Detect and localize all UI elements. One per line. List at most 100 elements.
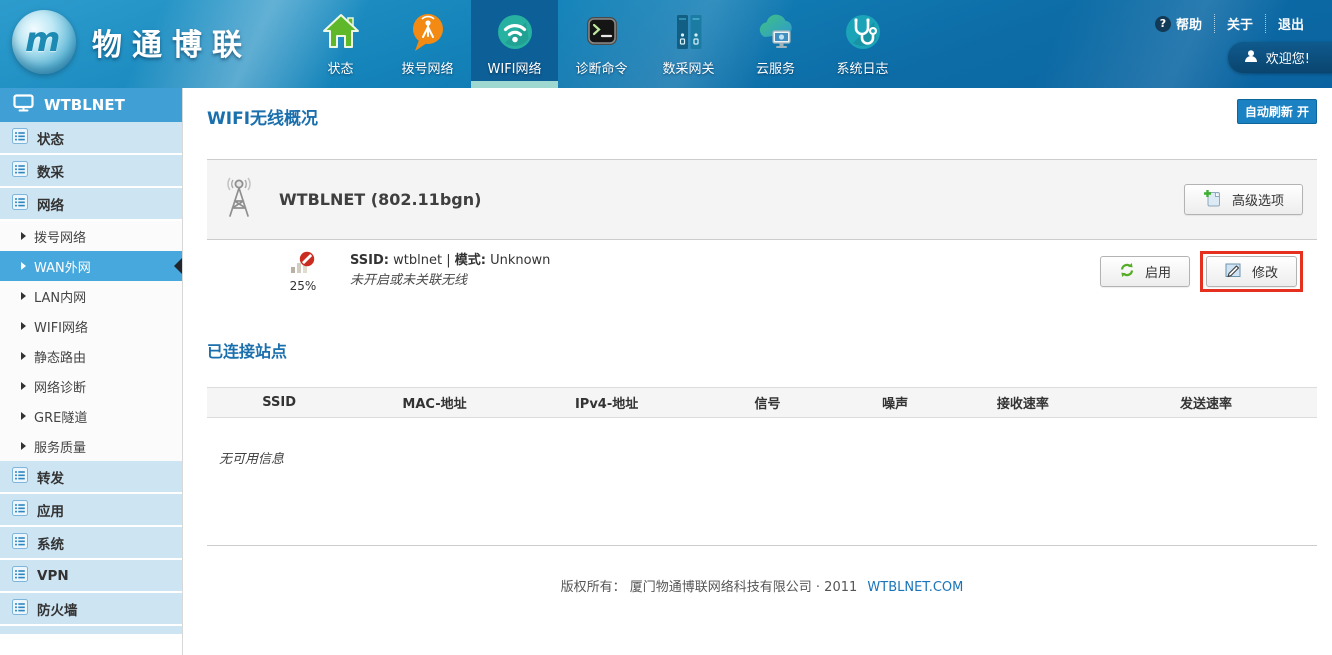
sidebar-subitem-dial-network[interactable]: 拨号网络	[0, 221, 182, 251]
sidebar-item-status[interactable]: 状态	[0, 122, 182, 155]
sidebar-item-forwarding[interactable]: 转发	[0, 461, 182, 494]
signal-block: 25%	[282, 250, 324, 293]
sidebar-device-name: WTBLNET	[44, 96, 125, 114]
sidebar-item-label: 系统	[37, 533, 64, 553]
about-link[interactable]: 关于	[1214, 14, 1265, 33]
list-icon	[12, 467, 28, 487]
about-label: 关于	[1227, 14, 1253, 33]
nav-tab-wifi-network[interactable]: WIFI网络	[471, 0, 558, 88]
modify-label: 修改	[1252, 262, 1278, 281]
logout-label: 退出	[1278, 14, 1304, 33]
signal-percent: 25%	[282, 279, 324, 293]
logout-link[interactable]: 退出	[1265, 14, 1316, 33]
caret-right-icon	[21, 442, 26, 450]
nav-tab-cloud-service[interactable]: 云服务	[732, 0, 819, 88]
footer: 版权所有： 厦门物通博联网络科技有限公司 · 2011 WTBLNET.COM	[207, 576, 1317, 595]
sidebar-item-label: VPN	[37, 568, 69, 584]
ssid-label: SSID:	[350, 253, 389, 268]
caret-right-icon	[21, 322, 26, 330]
enable-label: 启用	[1145, 262, 1171, 281]
help-link[interactable]: ? 帮助	[1143, 14, 1214, 33]
sidebar-item-label: 静态路由	[34, 347, 86, 366]
modify-highlight-box: 修改	[1200, 251, 1303, 292]
sidebar-item-label: 网络诊断	[34, 377, 86, 396]
list-icon	[12, 533, 28, 553]
nav-tab-status[interactable]: 状态	[297, 0, 384, 88]
nav-tab-data-gateway[interactable]: 数采网关	[645, 0, 732, 88]
enable-button[interactable]: 启用	[1100, 256, 1190, 287]
sidebar-item-vpn[interactable]: VPN	[0, 560, 182, 593]
header-utility-links: ? 帮助 关于 退出	[1143, 14, 1316, 33]
sidebar-item-label: 数采	[37, 161, 64, 181]
connected-stations-table: SSID MAC-地址 IPv4-地址 信号 噪声 接收速率 发送速率	[207, 387, 1317, 418]
sidebar-item-partial	[0, 626, 182, 634]
sidebar-subitem-network-diagnosis[interactable]: 网络诊断	[0, 371, 182, 401]
sidebar-item-data-collection[interactable]: 数采	[0, 155, 182, 188]
sidebar-item-system[interactable]: 系统	[0, 527, 182, 560]
footer-link[interactable]: WTBLNET.COM	[867, 580, 963, 595]
welcome-button[interactable]: 欢迎您!	[1228, 42, 1332, 73]
divider-pipe: |	[446, 253, 450, 268]
sidebar-subitem-qos[interactable]: 服务质量	[0, 431, 182, 461]
list-icon	[12, 566, 28, 586]
list-icon	[12, 500, 28, 520]
sidebar-subitem-wifi-network[interactable]: WIFI网络	[0, 311, 182, 341]
no-info-text: 无可用信息	[219, 448, 1317, 467]
main-content: 自动刷新 开 WIFI无线概况 WTBLNET (802.11bgn) 高级选项…	[183, 88, 1332, 655]
nav-tab-system-log[interactable]: 系统日志	[819, 0, 906, 88]
wifi-icon	[492, 7, 538, 57]
connected-stations-title: 已连接站点	[207, 338, 1317, 362]
sidebar-subitem-static-route[interactable]: 静态路由	[0, 341, 182, 371]
antenna-icon	[221, 174, 257, 226]
terminal-icon	[580, 7, 624, 57]
caret-right-icon	[21, 292, 26, 300]
caret-right-icon	[21, 382, 26, 390]
home-icon	[319, 7, 363, 57]
signal-blocked-icon	[290, 259, 316, 278]
sidebar-subitem-lan[interactable]: LAN内网	[0, 281, 182, 311]
sidebar: WTBLNET 状态 数采 网络 拨号网络 WAN外网 LAN内网 WIF	[0, 88, 183, 655]
brand-name: 物通博联	[92, 20, 252, 64]
sidebar-item-label: 网络	[37, 194, 64, 214]
sidebar-item-label: 服务质量	[34, 437, 86, 456]
enable-refresh-icon	[1119, 262, 1135, 281]
nav-tab-label: 状态	[327, 58, 353, 77]
system-log-icon	[840, 7, 886, 57]
nav-tab-label: 诊断命令	[575, 58, 627, 77]
col-noise: 噪声	[840, 388, 951, 418]
copyright-text: 版权所有： 厦门物通博联网络科技有限公司 · 2011	[561, 580, 858, 595]
wifi-status-row: 25% SSID: wtblnet | 模式: Unknown 未开启或未关联无…	[207, 240, 1317, 302]
auto-refresh-toggle[interactable]: 自动刷新 开	[1237, 99, 1317, 124]
main-nav: 状态 拨号网络 WIFI网络 诊断命令 数采网关	[297, 0, 906, 88]
brand-logo: m 物通博联	[12, 10, 252, 74]
list-icon	[12, 128, 28, 148]
advanced-options-icon	[1203, 189, 1222, 211]
sidebar-item-network[interactable]: 网络	[0, 188, 182, 221]
sidebar-item-firewall[interactable]: 防火墙	[0, 593, 182, 626]
logo-mark: m	[25, 20, 60, 60]
sidebar-item-label: 应用	[37, 500, 64, 520]
sidebar-item-application[interactable]: 应用	[0, 494, 182, 527]
sidebar-item-label: 防火墙	[37, 599, 78, 619]
cloud-service-icon	[753, 7, 799, 57]
modify-button[interactable]: 修改	[1206, 256, 1297, 287]
col-signal: 信号	[695, 388, 839, 418]
footer-divider	[207, 545, 1317, 546]
logo-orb-icon: m	[12, 10, 76, 74]
sidebar-subitem-wan[interactable]: WAN外网	[0, 251, 182, 281]
col-ssid: SSID	[207, 388, 351, 418]
sidebar-item-label: 状态	[37, 128, 64, 148]
user-icon	[1244, 49, 1258, 67]
nav-tab-diagnostic-command[interactable]: 诊断命令	[558, 0, 645, 88]
nav-tab-label: 拨号网络	[401, 58, 453, 77]
mode-value: Unknown	[490, 253, 550, 268]
sidebar-subitem-gre-tunnel[interactable]: GRE隧道	[0, 401, 182, 431]
mode-label: 模式:	[455, 253, 486, 268]
col-ipv4-address: IPv4-地址	[518, 388, 696, 418]
sidebar-item-label: 转发	[37, 467, 64, 487]
ssid-line: SSID: wtblnet | 模式: Unknown	[350, 251, 550, 271]
advanced-options-button[interactable]: 高级选项	[1184, 184, 1303, 215]
help-icon: ?	[1155, 16, 1171, 32]
wifi-panel-title: WTBLNET (802.11bgn)	[279, 190, 481, 209]
nav-tab-dial-network[interactable]: 拨号网络	[384, 0, 471, 88]
